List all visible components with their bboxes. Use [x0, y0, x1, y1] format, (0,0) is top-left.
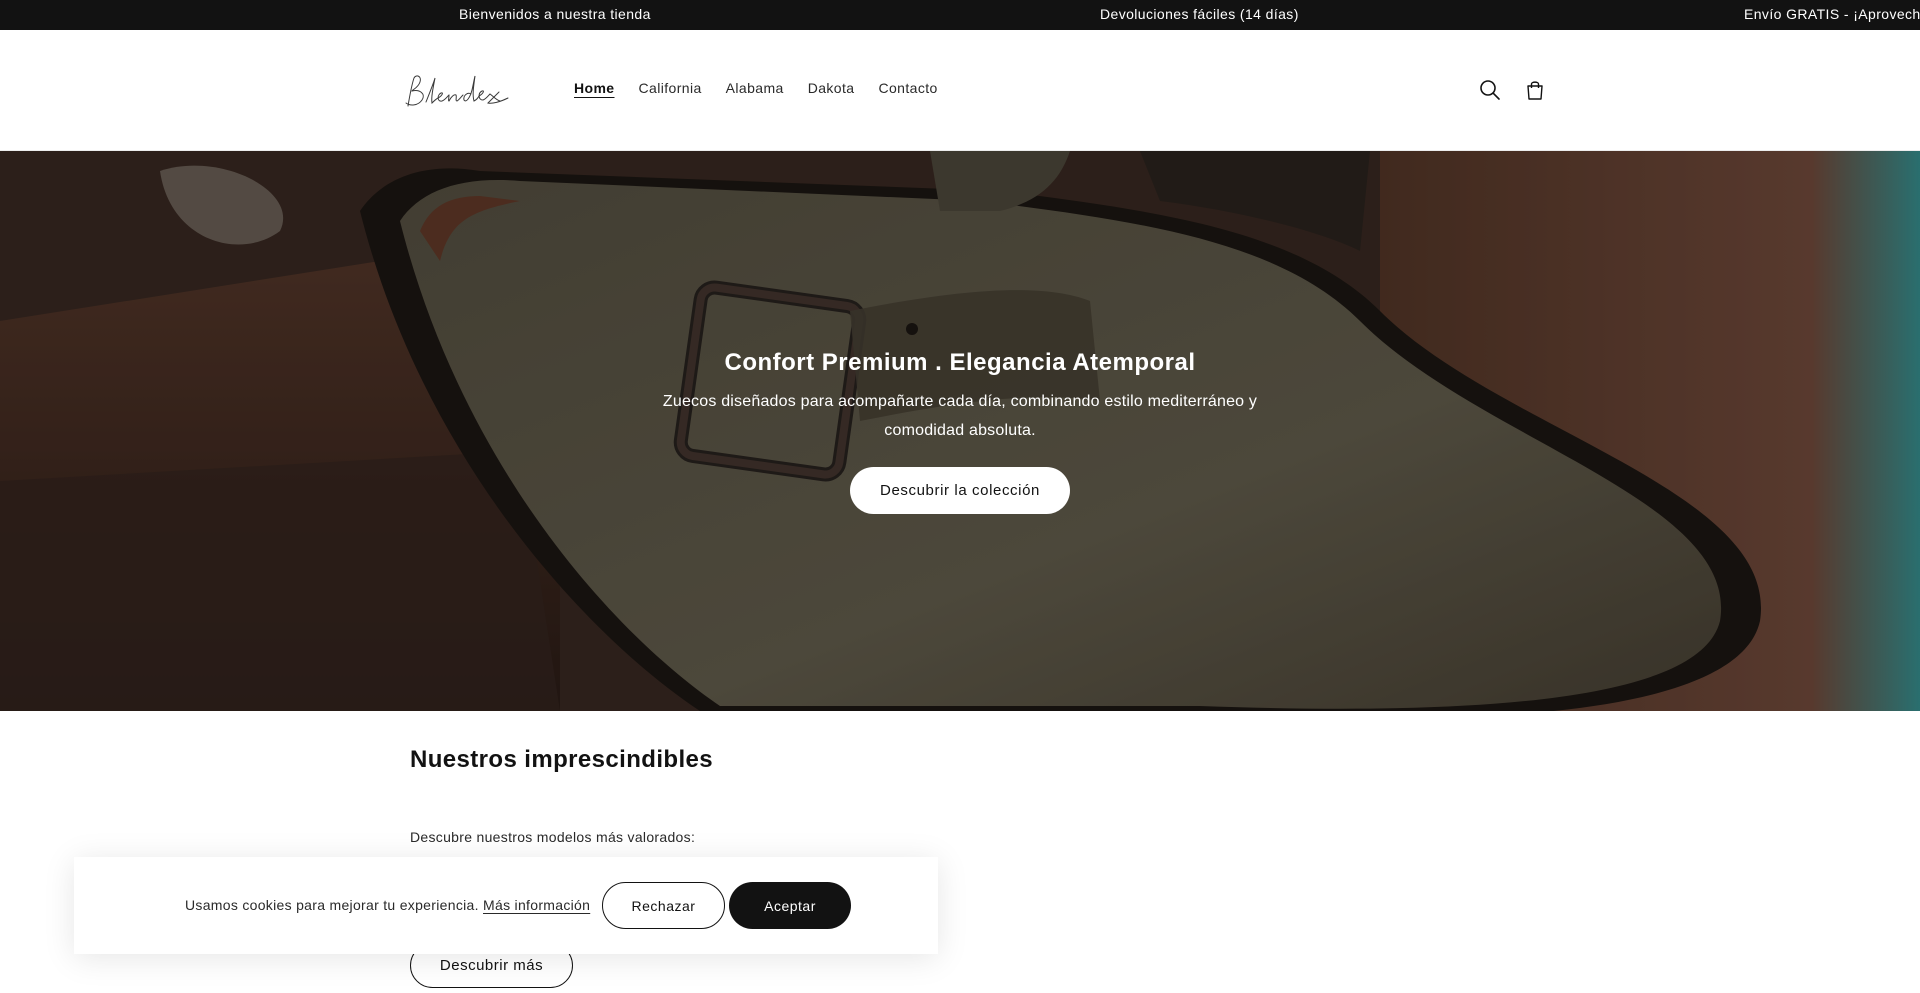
hero-content: Confort Premium . Elegancia Atemporal Zu… [0, 346, 1920, 514]
nav-item-contacto[interactable]: Contacto [878, 78, 937, 98]
nav-item-home[interactable]: Home [574, 78, 615, 98]
logo[interactable] [400, 70, 510, 114]
discover-collection-button[interactable]: Descubrir la colección [850, 467, 1070, 514]
cookie-more-info-link[interactable]: Más información [483, 897, 590, 913]
logo-wordmark [405, 75, 509, 107]
search-button[interactable] [1477, 77, 1503, 103]
cookie-banner: Usamos cookies para mejorar tu experienc… [74, 857, 938, 954]
cookie-text: Usamos cookies para mejorar tu experienc… [185, 897, 479, 913]
announcement-item: Devoluciones fáciles (14 días) [1100, 6, 1299, 22]
section-title: Nuestros imprescindibles [410, 746, 714, 773]
main-nav: Home California Alabama Dakota Contacto [574, 78, 938, 98]
nav-item-alabama[interactable]: Alabama [726, 78, 784, 98]
search-icon [1480, 80, 1500, 100]
site-header: Home California Alabama Dakota Contacto [0, 30, 1920, 151]
cookie-message: Usamos cookies para mejorar tu experienc… [185, 895, 590, 915]
announcement-item: Bienvenidos a nuestra tienda [459, 6, 651, 22]
announcement-bar: Bienvenidos a nuestra tienda Devolucione… [0, 0, 1920, 30]
hero-banner: Confort Premium . Elegancia Atemporal Zu… [0, 151, 1920, 711]
nav-item-dakota[interactable]: Dakota [808, 78, 855, 98]
cart-button[interactable] [1522, 77, 1548, 103]
announcement-item: Envío GRATIS - ¡Aprovecha y [1744, 6, 1920, 22]
hero-title: Confort Premium . Elegancia Atemporal [724, 349, 1196, 376]
reject-cookies-button[interactable]: Rechazar [602, 882, 725, 929]
cart-icon [1527, 81, 1543, 100]
accept-cookies-button[interactable]: Aceptar [729, 882, 851, 929]
section-description: Descubre nuestros modelos más valorados: [410, 829, 696, 845]
hero-subtitle: Zuecos diseñados para acompañarte cada d… [662, 393, 1258, 439]
nav-item-california[interactable]: California [639, 78, 702, 98]
